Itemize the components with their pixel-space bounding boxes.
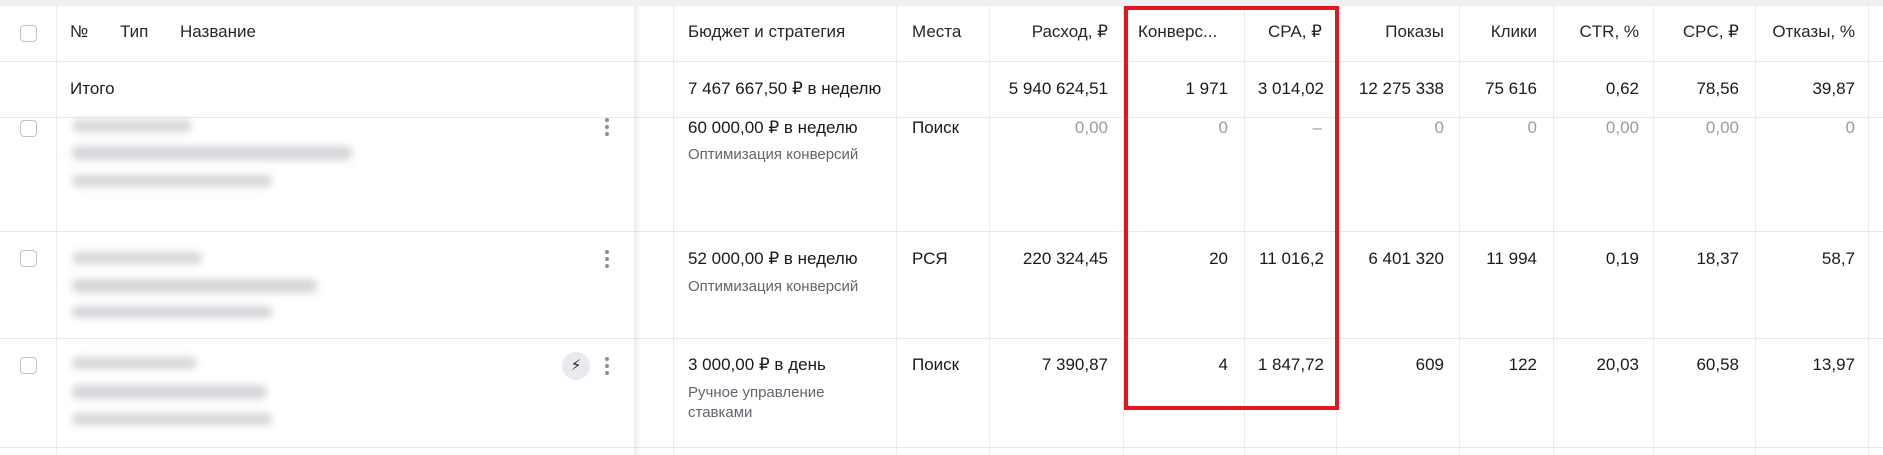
campaign-number-redacted xyxy=(72,357,197,369)
row-ctr: 0,19 xyxy=(1605,249,1639,268)
header-spend[interactable]: Расход, ₽ xyxy=(990,21,1108,43)
campaign-number-redacted xyxy=(72,252,202,264)
row-cpc: 60,58 xyxy=(1696,355,1739,374)
header-cpc[interactable]: CPC, ₽ xyxy=(1653,21,1739,43)
top-strip xyxy=(0,0,1883,6)
row-divider xyxy=(0,447,1883,448)
campaign-meta-redacted xyxy=(72,175,272,187)
total-spend: 5 940 624,51 xyxy=(1008,79,1108,98)
header-places[interactable]: Места xyxy=(912,21,961,43)
row-spend: 7 390,87 xyxy=(1041,355,1108,374)
column-divider xyxy=(1459,6,1460,455)
column-divider xyxy=(989,6,990,455)
row-impressions: 609 xyxy=(1415,355,1444,374)
column-divider xyxy=(1553,6,1554,455)
row-places: Поиск xyxy=(912,355,960,374)
row-checkbox[interactable] xyxy=(20,357,37,374)
column-divider xyxy=(1868,6,1869,455)
row-spend: 0,00 xyxy=(1074,118,1108,137)
column-divider xyxy=(1653,6,1654,455)
header-budget[interactable]: Бюджет и стратегия xyxy=(688,21,845,43)
row-cpc: 0,00 xyxy=(1705,118,1739,137)
header-name[interactable]: Название xyxy=(180,21,256,43)
row-budget: 52 000,00 ₽ в неделю xyxy=(688,249,858,268)
highlight-frame xyxy=(1124,6,1339,410)
total-budget: 7 467 667,50 ₽ в неделю xyxy=(688,79,882,98)
header-bounces[interactable]: Отказы, % xyxy=(1755,21,1855,43)
row-strategy: Оптимизация конверсий xyxy=(688,278,859,295)
header-clicks[interactable]: Клики xyxy=(1459,21,1537,43)
column-divider xyxy=(896,6,897,455)
header-impressions[interactable]: Показы xyxy=(1336,21,1444,43)
total-impressions: 12 275 338 xyxy=(1358,79,1444,98)
row-strategy-line2: ставками xyxy=(688,404,753,421)
row-strategy: Оптимизация конверсий xyxy=(688,146,859,163)
header-ctr[interactable]: CTR, % xyxy=(1553,21,1640,43)
campaign-name-redacted[interactable] xyxy=(72,279,317,293)
more-vertical-icon[interactable] xyxy=(604,250,610,272)
row-clicks: 122 xyxy=(1508,355,1537,374)
column-divider xyxy=(56,6,57,455)
row-clicks: 11 994 xyxy=(1486,249,1537,268)
row-budget: 3 000,00 ₽ в день xyxy=(688,355,826,374)
header-divider xyxy=(0,61,1883,62)
row-bounces: 0 xyxy=(1845,118,1855,137)
lightning-icon[interactable]: ⚡ xyxy=(562,352,590,380)
row-ctr: 0,00 xyxy=(1605,118,1639,137)
campaign-name-redacted[interactable] xyxy=(72,385,267,399)
more-vertical-icon[interactable] xyxy=(604,357,610,379)
total-label: Итого xyxy=(70,79,115,98)
campaign-number-redacted xyxy=(72,120,192,132)
row-spend: 220 324,45 xyxy=(1022,249,1108,268)
row-places: Поиск xyxy=(912,118,960,137)
total-ctr: 0,62 xyxy=(1605,79,1639,98)
total-cpc: 78,56 xyxy=(1696,79,1739,98)
row-divider xyxy=(0,231,1883,232)
row-bounces: 13,97 xyxy=(1812,355,1855,374)
row-checkbox[interactable] xyxy=(20,250,37,267)
column-divider xyxy=(673,6,674,455)
campaign-table: № Тип Название Бюджет и стратегия Места … xyxy=(0,0,1883,455)
row-bounces: 58,7 xyxy=(1821,249,1855,268)
column-divider xyxy=(1755,6,1756,455)
select-all-checkbox[interactable] xyxy=(20,25,37,42)
row-checkbox[interactable] xyxy=(20,120,37,137)
row-divider xyxy=(0,338,1883,339)
header-number[interactable]: № xyxy=(70,21,88,43)
frozen-column-shadow xyxy=(634,6,642,455)
row-clicks: 0 xyxy=(1527,118,1537,137)
row-budget: 60 000,00 ₽ в неделю xyxy=(688,118,858,137)
row-ctr: 20,03 xyxy=(1596,355,1639,374)
header-type[interactable]: Тип xyxy=(120,21,148,43)
campaign-meta-redacted xyxy=(72,306,272,318)
row-strategy-line1: Ручное управление xyxy=(688,384,825,401)
row-impressions: 0 xyxy=(1434,118,1444,137)
total-bounces: 39,87 xyxy=(1812,79,1855,98)
campaign-name-redacted[interactable] xyxy=(72,146,352,160)
row-impressions: 6 401 320 xyxy=(1368,249,1444,268)
total-clicks: 75 616 xyxy=(1485,79,1537,98)
campaign-meta-redacted xyxy=(72,413,272,425)
row-cpc: 18,37 xyxy=(1696,249,1739,268)
more-vertical-icon[interactable] xyxy=(604,118,610,140)
row-places: РСЯ xyxy=(912,249,948,268)
